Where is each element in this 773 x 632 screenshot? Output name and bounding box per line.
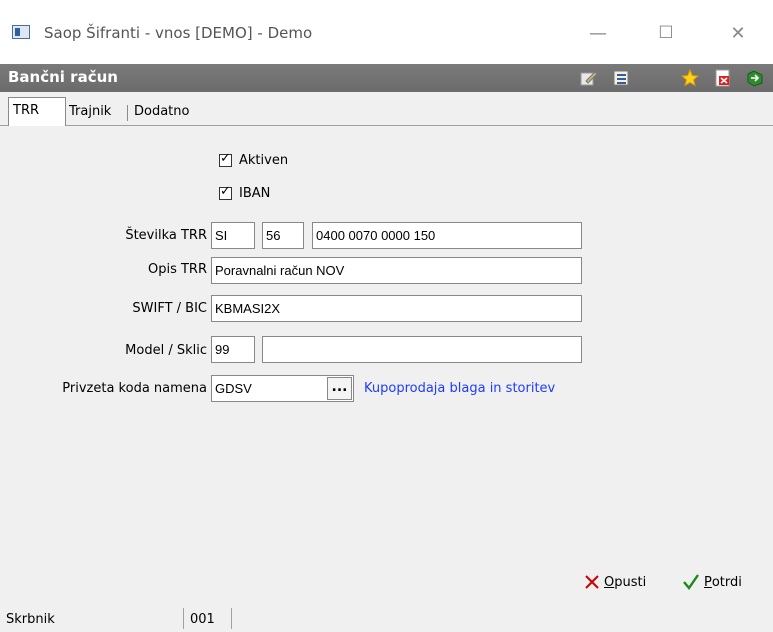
opis-trr-label: Opis TRR (147, 262, 207, 277)
tab-trr[interactable]: TRR (8, 97, 66, 126)
opis-trr-field[interactable]: Poravnalni račun NOV (211, 257, 582, 284)
cancel-mnemonic: O (604, 574, 615, 590)
status-bar: Skrbnik 001 (0, 605, 773, 629)
delete-icon[interactable] (714, 69, 732, 87)
aktiven-checkbox-row[interactable]: Aktiven (219, 151, 289, 168)
confirm-label: otrdi (711, 574, 742, 590)
stevilka-trr-label: Številka TRR (125, 228, 207, 243)
swift-label: SWIFT / BIC (132, 301, 207, 316)
status-divider (231, 608, 232, 629)
list-icon[interactable] (612, 69, 630, 87)
maximize-button[interactable]: ☐ (643, 16, 689, 50)
tab-strip: TRR Trajnik Dodatno (0, 93, 773, 126)
status-value: 001 (190, 612, 215, 627)
koda-namena-lookup-button[interactable]: ... (327, 377, 352, 400)
app-icon (12, 25, 30, 39)
aktiven-label: Aktiven (239, 153, 289, 168)
cancel-button[interactable]: Opusti (584, 574, 646, 590)
trr-number-field[interactable]: 0400 0070 0000 150 (312, 222, 582, 249)
minimize-button[interactable]: — (575, 16, 621, 50)
iban-checkbox[interactable] (219, 184, 232, 200)
edit-icon[interactable] (580, 69, 598, 87)
x-icon (585, 575, 599, 589)
koda-namena-label: Privzeta koda namena (62, 381, 207, 396)
form-header: Bančni račun (0, 64, 773, 92)
confirm-mnemonic: P (704, 574, 712, 590)
tab-separator (127, 105, 128, 121)
star-icon[interactable] (681, 69, 699, 87)
close-button[interactable]: ✕ (715, 16, 761, 50)
iban-label: IBAN (239, 186, 271, 201)
model-field[interactable]: 99 (211, 336, 255, 363)
confirm-button[interactable]: Potrdi (682, 574, 742, 590)
koda-namena-description[interactable]: Kupoprodaja blaga in storitev (364, 381, 555, 396)
window-titlebar: Saop Šifranti - vnos [DEMO] - Demo — ☐ ✕ (0, 0, 773, 64)
tab-trajnik[interactable]: Trajnik (65, 99, 115, 125)
window-title: Saop Šifranti - vnos [DEMO] - Demo (44, 24, 313, 42)
tab-dodatno[interactable]: Dodatno (130, 99, 193, 125)
sklic-field[interactable] (262, 336, 582, 363)
trr-country-field[interactable]: SI (211, 222, 255, 249)
form-title: Bančni račun (8, 68, 118, 86)
trr-check-field[interactable]: 56 (262, 222, 304, 249)
cancel-label: pusti (614, 574, 647, 590)
aktiven-checkbox[interactable] (219, 151, 232, 167)
exit-icon[interactable] (746, 69, 764, 87)
checkmark-icon (683, 574, 699, 590)
iban-checkbox-row[interactable]: IBAN (219, 184, 271, 201)
model-sklic-label: Model / Sklic (125, 343, 207, 358)
swift-field[interactable]: KBMASI2X (211, 295, 582, 322)
tab-baseline (0, 125, 773, 126)
status-divider (183, 608, 184, 629)
status-label: Skrbnik (6, 612, 55, 627)
